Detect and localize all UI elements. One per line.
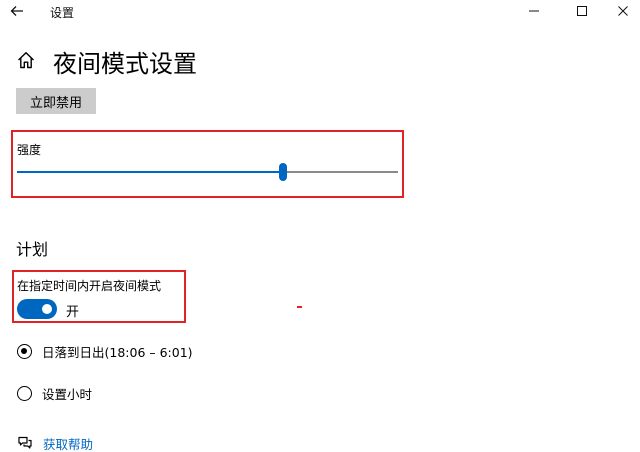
schedule-heading: 计划 bbox=[16, 240, 49, 259]
radio-label: 日落到日出(18:06 – 6:01) bbox=[42, 344, 193, 360]
radio-selected-dot bbox=[21, 347, 27, 354]
close-button[interactable] bbox=[606, 0, 640, 22]
radio-button-icon bbox=[17, 385, 32, 401]
toggle-state-text: 开 bbox=[66, 305, 80, 320]
radio-button-icon bbox=[17, 343, 32, 359]
close-icon bbox=[618, 6, 628, 16]
radio-set-hours[interactable]: 设置小时 bbox=[17, 383, 92, 403]
page-title: 夜间模式设置 bbox=[53, 50, 197, 78]
back-button[interactable] bbox=[6, 0, 28, 22]
radio-label: 设置小时 bbox=[42, 386, 93, 402]
strength-slider[interactable] bbox=[17, 163, 398, 181]
get-help-link[interactable]: 获取帮助 bbox=[43, 434, 93, 452]
annotation-mark bbox=[297, 306, 302, 308]
schedule-toggle[interactable] bbox=[17, 299, 57, 319]
radio-sunset-to-sunrise[interactable]: 日落到日出(18:06 – 6:01) bbox=[17, 341, 193, 361]
title-bar: 设置 bbox=[0, 0, 640, 24]
slider-track-remaining bbox=[283, 171, 398, 173]
strength-label: 强度 bbox=[17, 143, 42, 157]
slider-thumb[interactable] bbox=[279, 163, 287, 181]
window-title: 设置 bbox=[50, 6, 75, 20]
settings-window: 设置 夜间模式设置 立即禁用 强度 计划 在指定时间内开启夜间模式 开 日落到日… bbox=[0, 0, 640, 452]
maximize-button[interactable] bbox=[565, 0, 599, 22]
disable-now-button[interactable]: 立即禁用 bbox=[16, 88, 96, 114]
minimize-icon bbox=[529, 10, 539, 12]
maximize-icon bbox=[577, 6, 587, 16]
schedule-toggle-label: 在指定时间内开启夜间模式 bbox=[17, 279, 162, 293]
minimize-button[interactable] bbox=[517, 0, 551, 22]
slider-track-filled bbox=[17, 171, 283, 173]
help-chat-icon bbox=[18, 436, 32, 449]
toggle-knob bbox=[42, 304, 52, 314]
home-icon[interactable] bbox=[16, 50, 36, 70]
back-arrow-icon bbox=[10, 6, 23, 16]
help-row: 获取帮助 bbox=[17, 434, 93, 452]
